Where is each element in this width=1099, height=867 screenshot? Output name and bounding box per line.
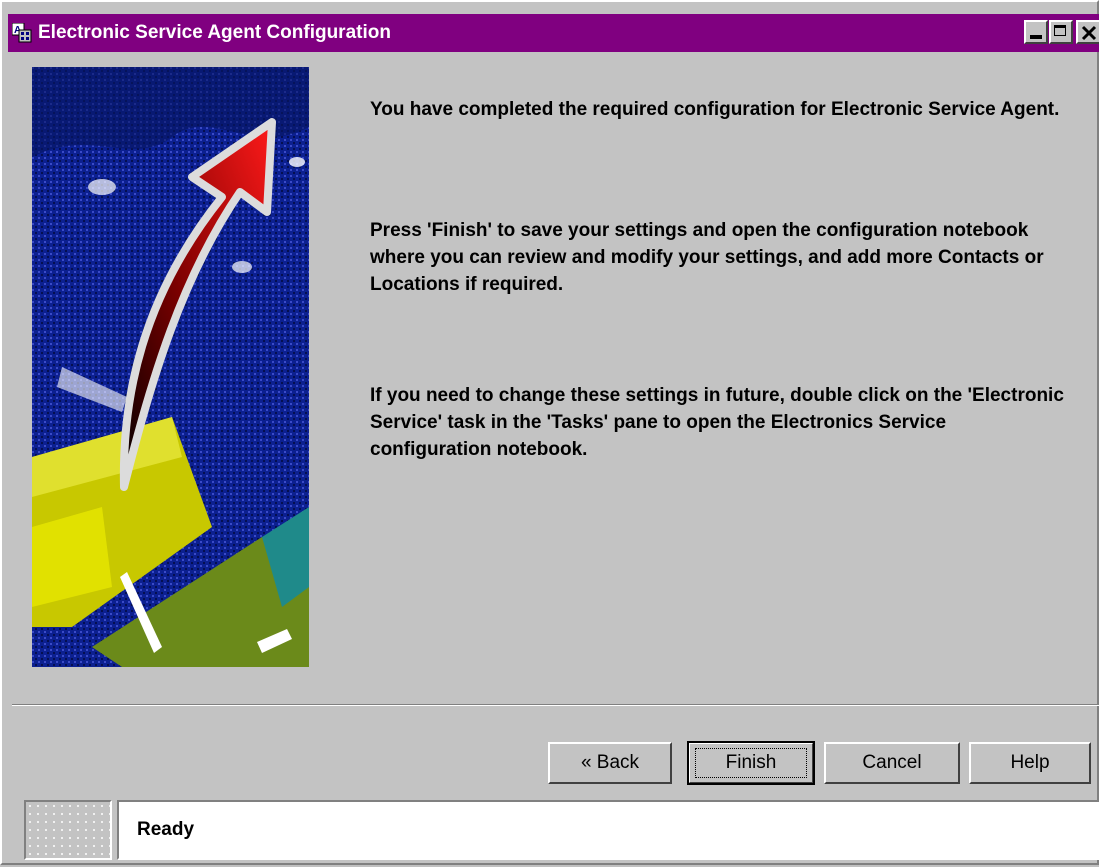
maximize-icon[interactable] [1049, 20, 1073, 44]
help-button[interactable]: Help [969, 742, 1091, 784]
wizard-window: A Electronic Service Agent Configuration [0, 0, 1099, 865]
status-bar: Ready [12, 798, 1099, 867]
back-button[interactable]: « Back [548, 742, 672, 784]
finish-instructions: Press 'Finish' to save your settings and… [370, 220, 1044, 295]
focus-rectangle [695, 748, 807, 778]
status-indicator [24, 800, 112, 860]
app-window-icon: A [11, 22, 32, 43]
title-bar[interactable]: A Electronic Service Agent Configuration [8, 14, 1099, 52]
minimize-icon[interactable] [1024, 20, 1048, 44]
change-settings-hint: If you need to change these settings in … [370, 385, 1064, 460]
finish-button[interactable]: Finish [687, 741, 815, 785]
wizard-illustration [32, 67, 309, 667]
status-text: Ready [117, 800, 1099, 860]
completion-message: You have completed the required configur… [370, 99, 1060, 120]
close-icon[interactable] [1076, 20, 1099, 44]
cancel-button[interactable]: Cancel [824, 742, 960, 784]
window-title: Electronic Service Agent Configuration [38, 22, 391, 43]
button-separator [12, 704, 1099, 706]
